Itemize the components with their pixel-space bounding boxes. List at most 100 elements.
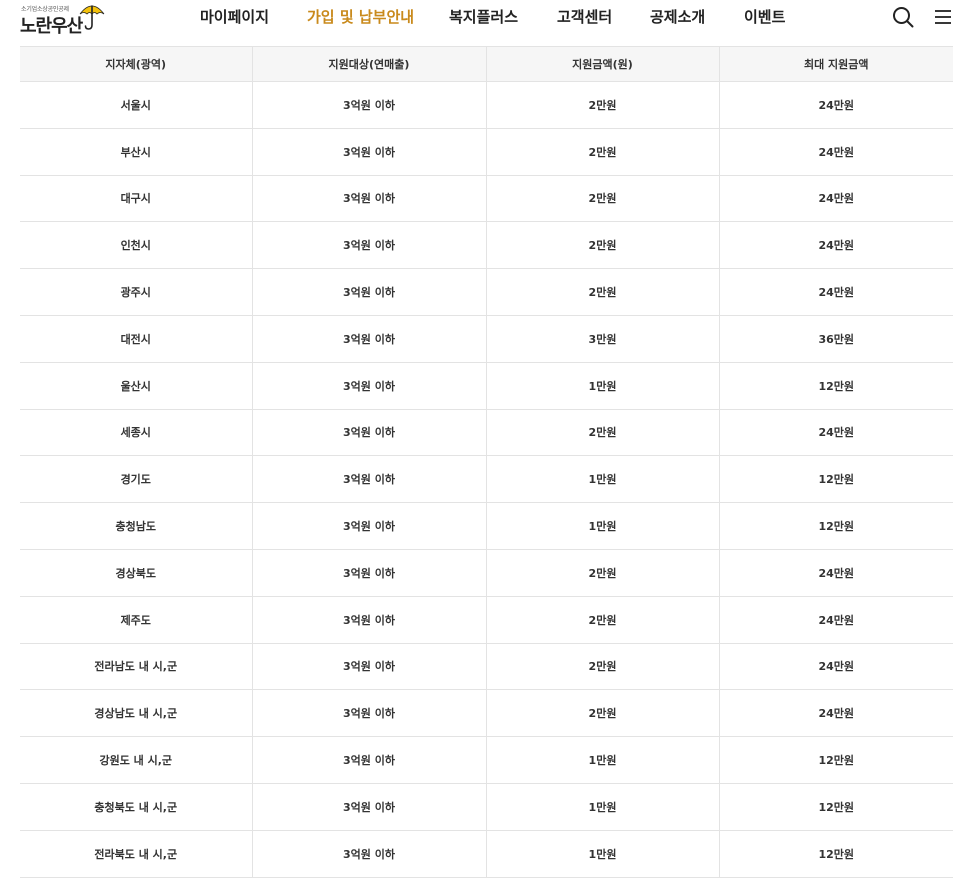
cell-region: 강원도 내 시,군 xyxy=(20,736,253,784)
cell-target: 3억원 이하 xyxy=(252,221,487,270)
cell-target: 3억원 이하 xyxy=(252,362,487,410)
table-row: 광주시 3억원 이하 2만원 24만원 xyxy=(20,268,953,316)
cell-amount: 2만원 xyxy=(486,128,720,176)
cell-max-amount: 24만원 xyxy=(719,268,953,316)
cell-max-amount: 12만원 xyxy=(719,455,953,504)
table-row: 제주도 3억원 이하 2만원 24만원 xyxy=(20,596,953,644)
cell-region: 서울시 xyxy=(20,81,253,129)
cell-target: 3억원 이하 xyxy=(252,128,487,176)
cell-amount: 2만원 xyxy=(486,268,720,316)
cell-max-amount: 24만원 xyxy=(719,409,953,457)
site-header: 소기업소상공인공제 노란우산 마이페이지 가입 및 납부안내 복지플러스 고객센… xyxy=(0,0,964,40)
cell-amount: 2만원 xyxy=(486,81,720,129)
cell-target: 3억원 이하 xyxy=(252,689,487,738)
table-row: 전라북도 내 시,군 3억원 이하 1만원 12만원 xyxy=(20,830,953,878)
cell-target: 3억원 이하 xyxy=(252,549,487,597)
cell-max-amount: 12만원 xyxy=(719,362,953,410)
cell-max-amount: 24만원 xyxy=(719,549,953,597)
cell-target: 3억원 이하 xyxy=(252,315,487,363)
support-table-wrapper: 지자체(광역) 지원대상(연매출) 지원금액(원) 최대 지원금액 서울시 3억원… xyxy=(20,46,953,878)
cell-max-amount: 24만원 xyxy=(719,596,953,644)
table-row: 경상북도 3억원 이하 2만원 24만원 xyxy=(20,549,953,597)
cell-target: 3억원 이하 xyxy=(252,783,487,831)
table-row: 세종시 3억원 이하 2만원 24만원 xyxy=(20,409,953,457)
column-header-target: 지원대상(연매출) xyxy=(252,46,487,82)
cell-target: 3억원 이하 xyxy=(252,643,487,691)
table-row: 서울시 3억원 이하 2만원 24만원 xyxy=(20,81,953,129)
menu-icon[interactable] xyxy=(934,8,952,26)
cell-target: 3억원 이하 xyxy=(252,736,487,784)
cell-target: 3억원 이하 xyxy=(252,268,487,316)
table-body: 서울시 3억원 이하 2만원 24만원 부산시 3억원 이하 2만원 24만원 대구시 3억원 이… xyxy=(20,81,953,878)
table-row: 인천시 3억원 이하 2만원 24만원 xyxy=(20,221,953,270)
cell-target: 3억원 이하 xyxy=(252,409,487,457)
cell-target: 3억원 이하 xyxy=(252,596,487,644)
table-row: 울산시 3억원 이하 1만원 12만원 xyxy=(20,362,953,410)
table-row: 전라남도 내 시,군 3억원 이하 2만원 24만원 xyxy=(20,643,953,691)
cell-target: 3억원 이하 xyxy=(252,830,487,878)
cell-amount: 2만원 xyxy=(486,175,720,223)
cell-region: 대구시 xyxy=(20,175,253,223)
cell-target: 3억원 이하 xyxy=(252,502,487,550)
cell-max-amount: 24만원 xyxy=(719,221,953,270)
column-header-amount: 지원금액(원) xyxy=(486,46,720,82)
nav-item-event[interactable]: 이벤트 xyxy=(744,6,785,27)
cell-amount: 2만원 xyxy=(486,689,720,738)
cell-amount: 2만원 xyxy=(486,409,720,457)
cell-target: 3억원 이하 xyxy=(252,81,487,129)
support-table: 지자체(광역) 지원대상(연매출) 지원금액(원) 최대 지원금액 서울시 3억원… xyxy=(20,46,953,878)
cell-region: 충청북도 내 시,군 xyxy=(20,783,253,831)
cell-amount: 2만원 xyxy=(486,549,720,597)
cell-amount: 1만원 xyxy=(486,362,720,410)
cell-region: 인천시 xyxy=(20,221,253,270)
table-row: 경상남도 내 시,군 3억원 이하 2만원 24만원 xyxy=(20,689,953,738)
table-row: 강원도 내 시,군 3억원 이하 1만원 12만원 xyxy=(20,736,953,784)
cell-max-amount: 12만원 xyxy=(719,830,953,878)
cell-amount: 1만원 xyxy=(486,830,720,878)
table-row: 대구시 3억원 이하 2만원 24만원 xyxy=(20,175,953,223)
cell-max-amount: 24만원 xyxy=(719,128,953,176)
cell-max-amount: 24만원 xyxy=(719,175,953,223)
cell-max-amount: 12만원 xyxy=(719,736,953,784)
cell-region: 충청남도 xyxy=(20,502,253,550)
cell-amount: 1만원 xyxy=(486,736,720,784)
cell-max-amount: 36만원 xyxy=(719,315,953,363)
cell-max-amount: 24만원 xyxy=(719,643,953,691)
column-header-max-amount: 최대 지원금액 xyxy=(719,46,953,82)
cell-region: 제주도 xyxy=(20,596,253,644)
cell-amount: 1만원 xyxy=(486,455,720,504)
cell-region: 경상북도 xyxy=(20,549,253,597)
main-nav: 마이페이지 가입 및 납부안내 복지플러스 고객센터 공제소개 이벤트 xyxy=(0,0,964,40)
nav-item-join-payment[interactable]: 가입 및 납부안내 xyxy=(307,6,414,27)
table-row: 대전시 3억원 이하 3만원 36만원 xyxy=(20,315,953,363)
cell-region: 전라남도 내 시,군 xyxy=(20,643,253,691)
table-row: 충청북도 내 시,군 3억원 이하 1만원 12만원 xyxy=(20,783,953,831)
table-row: 부산시 3억원 이하 2만원 24만원 xyxy=(20,128,953,176)
cell-region: 부산시 xyxy=(20,128,253,176)
search-icon[interactable] xyxy=(892,6,914,28)
cell-region: 경상남도 내 시,군 xyxy=(20,689,253,738)
cell-amount: 3만원 xyxy=(486,315,720,363)
table-row: 충청남도 3억원 이하 1만원 12만원 xyxy=(20,502,953,550)
cell-max-amount: 24만원 xyxy=(719,689,953,738)
cell-amount: 1만원 xyxy=(486,502,720,550)
cell-region: 세종시 xyxy=(20,409,253,457)
cell-target: 3억원 이하 xyxy=(252,455,487,504)
nav-item-welfare-plus[interactable]: 복지플러스 xyxy=(449,6,518,27)
cell-amount: 2만원 xyxy=(486,221,720,270)
cell-region: 전라북도 내 시,군 xyxy=(20,830,253,878)
nav-item-customer-center[interactable]: 고객센터 xyxy=(557,6,612,27)
cell-max-amount: 12만원 xyxy=(719,502,953,550)
cell-target: 3억원 이하 xyxy=(252,175,487,223)
cell-amount: 2만원 xyxy=(486,643,720,691)
cell-region: 광주시 xyxy=(20,268,253,316)
page: 소기업소상공인공제 노란우산 마이페이지 가입 및 납부안내 복지플러스 고객센… xyxy=(0,0,964,882)
nav-item-about[interactable]: 공제소개 xyxy=(650,6,705,27)
column-header-region: 지자체(광역) xyxy=(20,46,253,82)
cell-region: 울산시 xyxy=(20,362,253,410)
nav-item-mypage[interactable]: 마이페이지 xyxy=(200,6,269,27)
cell-max-amount: 12만원 xyxy=(719,783,953,831)
cell-amount: 2만원 xyxy=(486,596,720,644)
table-row: 경기도 3억원 이하 1만원 12만원 xyxy=(20,455,953,504)
cell-max-amount: 24만원 xyxy=(719,81,953,129)
